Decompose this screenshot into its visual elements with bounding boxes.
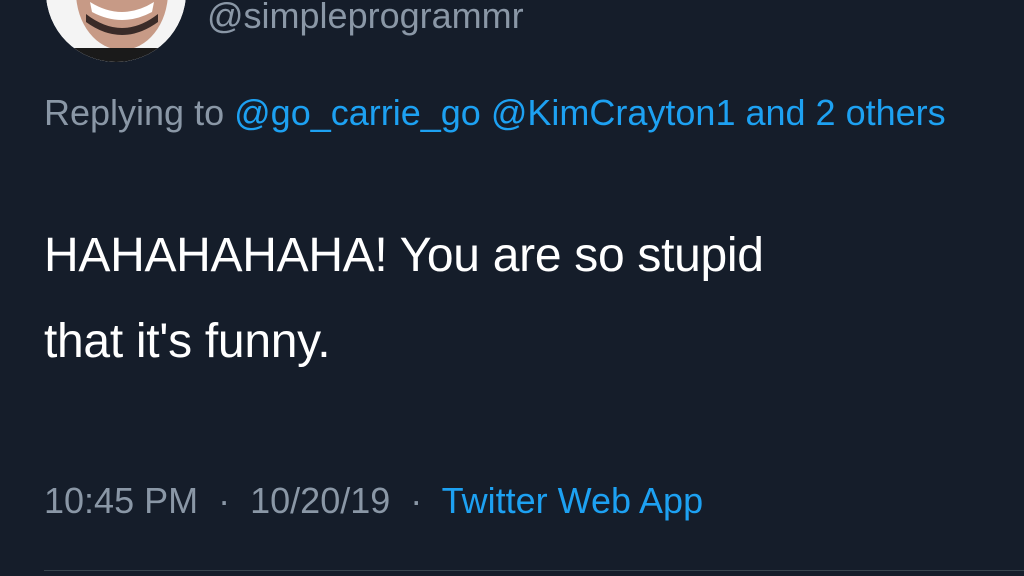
tweet-detail: @simpleprogrammr Replying to @go_carrie_… [0,0,1024,576]
replying-to-line: Replying to @go_carrie_go @KimCrayton1 a… [44,84,984,142]
tweet-text: HAHAHAHAHA! You are so stupid that it's … [44,213,974,385]
tweet-text-line: that it's funny. [44,315,331,368]
replying-to-label: Replying to [44,92,225,133]
mention-others-link[interactable]: and 2 others [745,92,945,133]
tweet-source-link[interactable]: Twitter Web App [442,480,703,521]
separator-dot: · [218,480,231,521]
divider [44,570,1024,571]
separator-dot: · [410,480,423,521]
tweet-time[interactable]: 10:45 PM [44,480,198,521]
avatar[interactable] [46,0,186,62]
mention-kimcrayton1[interactable]: @KimCrayton1 [491,92,736,133]
mention-go-carrie-go[interactable]: @go_carrie_go [234,92,481,133]
author-handle[interactable]: @simpleprogrammr [207,0,524,38]
tweet-text-line: HAHAHAHAHA! You are so stupid [44,229,764,282]
profile-photo-icon [46,0,186,62]
tweet-date[interactable]: 10/20/19 [250,480,390,521]
tweet-metadata: 10:45 PM · 10/20/19 · Twitter Web App [44,476,703,526]
